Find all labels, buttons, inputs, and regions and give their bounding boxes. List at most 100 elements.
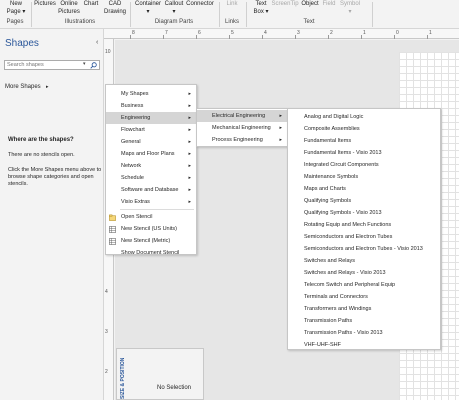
link-button[interactable]: Link: [223, 0, 241, 8]
ruler-tick: [427, 35, 428, 39]
menu-item-label: Show Document Stencil: [121, 250, 180, 256]
chevron-right-icon: ▸: [188, 163, 191, 169]
stencil-item-semiconductors-and-electron-tubes[interactable]: Semiconductors and Electron Tubes: [288, 231, 440, 243]
stencil-item-maintenance-symbols[interactable]: Maintenance Symbols: [288, 171, 440, 183]
stencil-item-semiconductors-and-electron-tubes-visio-2013[interactable]: Semiconductors and Electron Tubes - Visi…: [288, 243, 440, 255]
electrical-engineering-submenu: Analog and Digital Logic Composite Assemb…: [287, 108, 441, 350]
instructions-text: Click the More Shapes menu above to brow…: [8, 167, 102, 187]
connector-button[interactable]: Connector: [186, 0, 214, 8]
chevron-right-icon: ▸: [188, 151, 191, 157]
collapse-pane-icon[interactable]: ‹: [96, 39, 98, 46]
more-shapes-menu: My Shapes ▸ Business ▸ Engineering ▸ Flowchart…: [105, 84, 197, 256]
ruler-label: 3: [297, 30, 300, 36]
chevron-right-icon: ▸: [279, 125, 282, 131]
menu-item-label: Open Stencil: [121, 214, 153, 220]
where-shapes-heading: Where are the shapes?: [8, 137, 74, 143]
stencil-item-switches-and-relays-visio-2013[interactable]: Switches and Relays - Visio 2013: [288, 267, 440, 279]
menu-item-label: New Stencil (US Units): [121, 226, 177, 232]
size-position-panel: SIZE & POSITION No Selection: [116, 348, 204, 400]
callout-button[interactable]: Callout ▾: [163, 0, 185, 16]
size-position-title: SIZE & POSITION: [120, 357, 126, 399]
ruler-tick: [328, 35, 329, 39]
object-button[interactable]: Object: [300, 0, 320, 8]
stencil-item-terminals-and-connectors[interactable]: Terminals and Connectors: [288, 291, 440, 303]
new-stencil-icon: [109, 238, 116, 245]
menu-item-business[interactable]: Business ▸: [106, 100, 196, 112]
ruler-label: 8: [132, 30, 135, 36]
ruler-label: 2: [105, 369, 108, 375]
ribbon-separator: [130, 2, 131, 27]
menu-item-label: Business: [121, 103, 144, 109]
cad-drawing-button[interactable]: CAD Drawing: [102, 0, 128, 16]
menu-item-my-shapes[interactable]: My Shapes ▸: [106, 88, 196, 100]
search-shapes-input[interactable]: [7, 61, 79, 69]
stencil-item-switches-and-relays[interactable]: Switches and Relays: [288, 255, 440, 267]
stencil-item-fundamental-items-visio-2013[interactable]: Fundamental Items - Visio 2013: [288, 147, 440, 159]
ribbon-group-diagram-parts: Container ▾ Callout ▾ Connector Diagram …: [132, 0, 216, 29]
search-icon[interactable]: [90, 62, 97, 69]
chevron-right-icon: ▸: [279, 137, 282, 143]
chevron-right-icon: ▸: [188, 103, 191, 109]
menu-item-flowchart[interactable]: Flowchart ▸: [106, 124, 196, 136]
more-shapes-button[interactable]: More Shapes ▸: [0, 82, 103, 93]
stencil-item-transmission-paths-visio-2013[interactable]: Transmission Paths - Visio 2013: [288, 327, 440, 339]
stencil-item-telecom-switch-and-peripheral-equip[interactable]: Telecom Switch and Peripheral Equip: [288, 279, 440, 291]
menu-item-show-document-stencil[interactable]: Show Document Stencil: [106, 247, 196, 259]
ribbon-group-text: Text Box ▾ ScreenTip Object Field Symbol…: [248, 0, 370, 29]
menu-item-schedule[interactable]: Schedule ▸: [106, 172, 196, 184]
menu-item-label: My Shapes: [121, 91, 149, 97]
menu-item-new-stencil-metric[interactable]: New Stencil (Metric): [106, 235, 196, 247]
ruler-label: 4: [105, 289, 108, 295]
online-pictures-button[interactable]: Online Pictures: [58, 0, 80, 16]
stencil-item-maps-and-charts[interactable]: Maps and Charts: [288, 183, 440, 195]
ruler-tick: [394, 35, 395, 39]
stencil-item-transformers-and-windings[interactable]: Transformers and Windings: [288, 303, 440, 315]
menu-item-new-stencil-us-units[interactable]: New Stencil (US Units): [106, 223, 196, 235]
menu-item-mechanical-engineering[interactable]: Mechanical Engineering ▸: [197, 122, 287, 134]
menu-item-engineering[interactable]: Engineering ▸: [106, 112, 196, 124]
menu-item-label: Flowchart: [121, 127, 145, 133]
ruler-label: 0: [396, 30, 399, 36]
screentip-button[interactable]: ScreenTip: [271, 0, 299, 8]
ruler-tick: [361, 35, 362, 39]
stencil-item-fundamental-items[interactable]: Fundamental Items: [288, 135, 440, 147]
stencil-item-vhf-uhf-shf[interactable]: VHF-UHF-SHF: [288, 339, 440, 351]
chart-button[interactable]: Chart: [82, 0, 100, 8]
menu-item-visio-extras[interactable]: Visio Extras ▸: [106, 196, 196, 208]
no-selection-text: No Selection: [157, 385, 192, 391]
pictures-button[interactable]: Pictures: [33, 0, 57, 8]
stencil-item-rotating-equip-and-mech-functions[interactable]: Rotating Equip and Mech Functions: [288, 219, 440, 231]
menu-item-label: Visio Extras: [121, 199, 150, 205]
ribbon-separator: [219, 2, 220, 27]
ruler-tick: [295, 35, 296, 39]
ruler-tick: [229, 35, 230, 39]
ruler-label: 1: [429, 30, 432, 36]
text-box-button[interactable]: Text Box ▾: [252, 0, 270, 16]
field-button[interactable]: Field: [321, 0, 337, 8]
menu-item-maps-and-floor-plans[interactable]: Maps and Floor Plans ▸: [106, 148, 196, 160]
chevron-right-icon: ▸: [188, 199, 191, 205]
container-button[interactable]: Container ▾: [134, 0, 162, 16]
chevron-right-icon: ▸: [279, 113, 282, 119]
ribbon-group-illustrations: Pictures Online Pictures Chart CAD Drawi…: [32, 0, 128, 29]
menu-item-label: Network: [121, 163, 142, 169]
search-dropdown-icon[interactable]: ▾: [83, 61, 86, 67]
stencil-item-qualifying-symbols[interactable]: Qualifying Symbols: [288, 195, 440, 207]
chevron-right-icon: ▸: [188, 139, 191, 145]
new-page-button[interactable]: New Page ▾: [6, 0, 26, 16]
menu-item-process-engineering[interactable]: Process Engineering ▸: [197, 134, 287, 146]
stencil-item-composite-assemblies[interactable]: Composite Assemblies: [288, 123, 440, 135]
stencil-item-integrated-circuit-components[interactable]: Integrated Circuit Components: [288, 159, 440, 171]
menu-item-network[interactable]: Network ▸: [106, 160, 196, 172]
ribbon-separator: [372, 2, 373, 27]
menu-item-general[interactable]: General ▸: [106, 136, 196, 148]
chevron-right-icon: ▸: [46, 84, 49, 90]
stencil-item-analog-and-digital-logic[interactable]: Analog and Digital Logic: [288, 111, 440, 123]
stencil-item-transmission-paths[interactable]: Transmission Paths: [288, 315, 440, 327]
menu-item-open-stencil[interactable]: Open Stencil: [106, 211, 196, 223]
stencil-item-qualifying-symbols-visio-2013[interactable]: Qualifying Symbols - Visio 2013: [288, 207, 440, 219]
menu-item-electrical-engineering[interactable]: Electrical Engineering ▸: [197, 110, 287, 122]
horizontal-ruler: 8 7 6 5 4 3 2 1 0 1: [104, 29, 459, 39]
menu-item-software-and-database[interactable]: Software and Database ▸: [106, 184, 196, 196]
symbol-button[interactable]: Symbol ▾: [338, 0, 362, 16]
